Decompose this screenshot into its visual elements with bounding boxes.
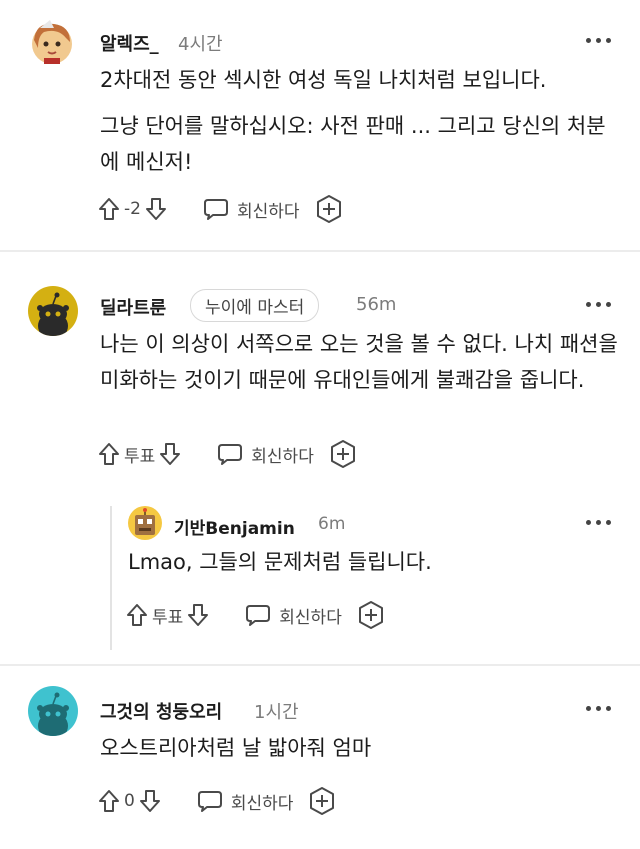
upvote-icon[interactable] <box>98 197 120 221</box>
reply-body: Lmao, 그들의 문제처럼 들립니다. <box>128 550 432 574</box>
chat-bubble-icon <box>203 199 228 220</box>
upvote-icon[interactable] <box>98 442 120 466</box>
reply-label: 회신하다 <box>279 607 342 628</box>
vote-count: 0 <box>124 791 135 811</box>
comment-username[interactable]: 그것의 청둥오리 <box>100 698 222 724</box>
comment-timestamp: 4시간 <box>178 34 223 55</box>
award-add-icon[interactable] <box>307 786 337 816</box>
more-options-icon[interactable] <box>586 300 612 308</box>
reply-actions: 투표 회신하다 <box>126 598 386 632</box>
teal-snoo-avatar-icon[interactable] <box>28 686 78 736</box>
comment-body: 나는 이 의상이 서쪽으로 오는 것을 볼 수 없다. 나치 패션을 미화하는 … <box>100 332 618 392</box>
reply-label: 회신하다 <box>236 201 300 222</box>
reply-button[interactable]: 회신하다 <box>245 603 342 628</box>
upvote-icon[interactable] <box>98 789 120 813</box>
chat-bubble-icon <box>197 791 222 812</box>
comment-actions: 0 회신하다 <box>98 784 337 818</box>
thread-line[interactable] <box>110 506 112 650</box>
award-add-icon[interactable] <box>328 439 358 469</box>
comment-3: 그것의 청둥오리 1시간 오스트리아처럼 날 밟아줘 엄마 0 회신하다 <box>0 666 640 849</box>
reply-username[interactable]: 기반Benjamin <box>174 514 295 539</box>
award-add-icon[interactable] <box>356 600 386 630</box>
more-options-icon[interactable] <box>586 704 612 712</box>
reply-timestamp: 6m <box>318 514 346 534</box>
more-options-icon[interactable] <box>586 36 612 44</box>
comment-actions: 투표 회신하다 <box>98 437 358 471</box>
comment-body: 2차대전 동안 섹시한 여성 독일 나치처럼 보입니다. <box>100 68 547 92</box>
downvote-icon[interactable] <box>187 603 209 627</box>
comment-1: 알렉즈_ 4시간 2차대전 동안 섹시한 여성 독일 나치처럼 보입니다. 그냥… <box>0 0 640 250</box>
vote-label: 투표 <box>152 607 184 628</box>
reply-button[interactable]: 회신하다 <box>197 789 294 814</box>
reply-button[interactable]: 회신하다 <box>217 442 314 467</box>
user-flair-badge: 누이에 마스터 <box>190 289 320 322</box>
upvote-icon[interactable] <box>126 603 148 627</box>
comment-2: 딜라트룬 누이에 마스터 56m 나는 이 의상이 서쪽으로 오는 것을 볼 수… <box>0 252 640 664</box>
comment-username[interactable]: 알렉즈_ <box>100 30 159 56</box>
downvote-icon[interactable] <box>159 442 181 466</box>
reply-label: 회신하다 <box>251 446 314 467</box>
downvote-icon[interactable] <box>145 197 167 221</box>
chat-bubble-icon <box>246 605 271 626</box>
downvote-icon[interactable] <box>139 789 161 813</box>
chat-bubble-icon <box>218 444 243 465</box>
award-add-icon[interactable] <box>314 194 344 224</box>
more-options-icon[interactable] <box>586 518 612 526</box>
vote-label: 투표 <box>124 446 156 467</box>
yellow-snoo-avatar-icon[interactable] <box>28 286 78 336</box>
comment-body: 오스트리아처럼 날 밟아줘 엄마 <box>100 736 372 760</box>
girl-avatar-icon[interactable] <box>28 18 76 66</box>
comment-username[interactable]: 딜라트룬 <box>100 294 166 320</box>
reply-button[interactable]: 회신하다 <box>203 197 300 222</box>
comment-actions: -2 회신하다 <box>98 192 344 226</box>
reply-label: 회신하다 <box>230 793 294 814</box>
vote-count: -2 <box>124 199 141 219</box>
comment-body: 그냥 단어를 말하십시오: 사전 판매 ... 그리고 당신의 처분에 메신저! <box>100 114 606 174</box>
robot-avatar-icon[interactable] <box>128 506 162 540</box>
comment-timestamp: 1시간 <box>254 702 299 723</box>
comment-timestamp: 56m <box>356 294 397 315</box>
